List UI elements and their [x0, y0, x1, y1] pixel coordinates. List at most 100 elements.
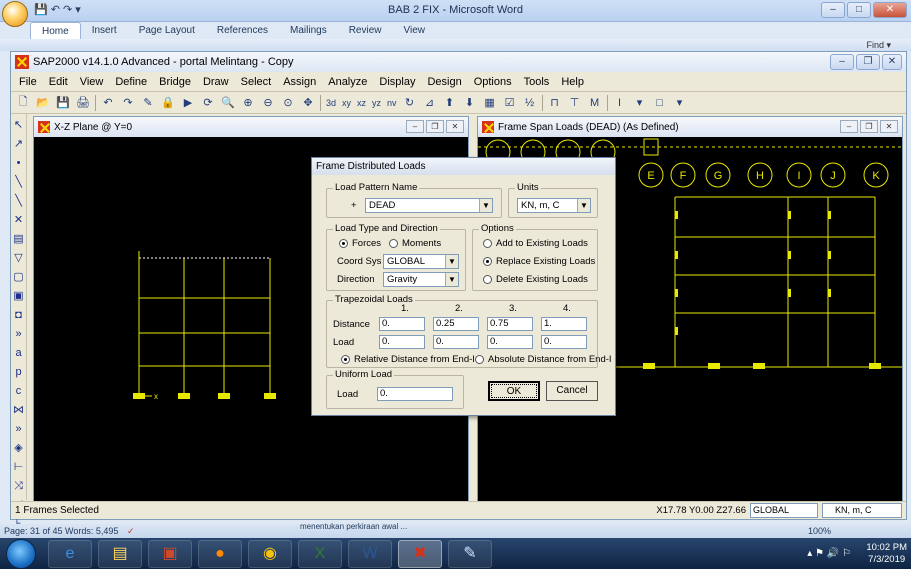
snap-joints-icon[interactable]: ◈ [12, 441, 26, 455]
draw-area-icon[interactable]: ▤ [12, 232, 26, 246]
redo-icon[interactable]: ↷ [120, 95, 136, 111]
lock-icon[interactable]: 🔒 [160, 95, 176, 111]
start-button[interactable] [6, 539, 36, 569]
tab-view[interactable]: View [393, 22, 437, 40]
absolute-distance-radio[interactable]: Absolute Distance from End-I [475, 354, 612, 365]
draw-brace-icon[interactable]: ✕ [12, 213, 26, 227]
reshape-icon[interactable]: ↗ [12, 137, 26, 151]
restore-icon[interactable]: ❐ [426, 120, 444, 133]
tab-home[interactable]: Home [30, 22, 81, 40]
add-load-pattern-button[interactable]: + [351, 200, 357, 211]
run-icon[interactable]: ▶ [180, 95, 196, 111]
perspective-icon[interactable]: ⊿ [422, 95, 438, 111]
close-icon[interactable]: ✕ [882, 54, 902, 70]
snap-ends-icon[interactable]: ⊢ [12, 460, 26, 474]
cancel-button[interactable]: Cancel [546, 381, 598, 401]
view-xz-button[interactable]: xz [356, 98, 367, 108]
menu-options[interactable]: Options [468, 76, 518, 88]
undo-icon[interactable]: ↶ [100, 95, 116, 111]
draw-solid-icon[interactable]: ◘ [12, 308, 26, 322]
rotate-icon[interactable]: ↻ [402, 95, 418, 111]
show-deformed-icon[interactable]: ⊓ [547, 95, 563, 111]
more-tools-icon[interactable]: » [12, 327, 26, 341]
media-app-icon[interactable]: ▣ [148, 540, 192, 568]
menu-draw[interactable]: Draw [197, 76, 235, 88]
refresh-icon[interactable]: ⟳ [200, 95, 216, 111]
quick-access-toolbar[interactable]: 💾 ↶ ↷ ▾ [34, 3, 81, 16]
show-forces-icon[interactable]: ⊤ [567, 95, 583, 111]
up-arrow-icon[interactable]: ⬆ [442, 95, 458, 111]
section-designer-icon[interactable]: I [612, 95, 628, 111]
distance-4-input[interactable]: 1. [541, 317, 587, 331]
uniform-load-input[interactable]: 0. [377, 387, 453, 401]
moments-radio[interactable]: Moments [389, 238, 441, 249]
tab-references[interactable]: References [206, 22, 279, 40]
tab-mailings[interactable]: Mailings [279, 22, 338, 40]
distance-1-input[interactable]: 0. [379, 317, 425, 331]
sap2000-taskbar-icon[interactable]: ✖ [398, 540, 442, 568]
print-icon[interactable]: 🖨 [75, 95, 91, 111]
dropdown-arrow-icon[interactable]: ▾ [672, 95, 688, 111]
select-all-icon[interactable]: a [12, 346, 26, 360]
dropdown-arrow-icon[interactable]: ▾ [632, 95, 648, 111]
set-display-icon[interactable]: ☑ [502, 95, 518, 111]
minimize-icon[interactable]: – [840, 120, 858, 133]
close-icon[interactable]: ✕ [880, 120, 898, 133]
restore-icon[interactable]: ❐ [856, 54, 880, 70]
load-3-input[interactable]: 0. [487, 335, 533, 349]
view-3d-button[interactable]: 3d [325, 98, 337, 108]
menu-assign[interactable]: Assign [277, 76, 322, 88]
zoom-window-icon[interactable]: 🔍 [220, 95, 236, 111]
minimize-icon[interactable]: – [821, 2, 845, 18]
tab-insert[interactable]: Insert [81, 22, 128, 40]
view-nv-button[interactable]: nv [386, 98, 398, 108]
status-coord-sys-select[interactable]: GLOBAL [750, 503, 818, 518]
down-arrow-icon[interactable]: ⬇ [462, 95, 478, 111]
proofing-icon[interactable]: ✓ [127, 526, 135, 536]
clear-selection-icon[interactable]: c [12, 384, 26, 398]
draw-joint-icon[interactable]: • [12, 156, 26, 170]
quick-draw-area-icon[interactable]: ▣ [12, 289, 26, 303]
zoom-out-icon[interactable]: ⊖ [260, 95, 276, 111]
frame-section-icon[interactable]: □ [652, 95, 668, 111]
menu-help[interactable]: Help [555, 76, 590, 88]
snap-intersections-icon[interactable]: ⤨ [12, 479, 26, 493]
save-icon[interactable]: 💾 [55, 95, 71, 111]
firefox-icon[interactable]: ● [198, 540, 242, 568]
word-icon[interactable]: W [348, 540, 392, 568]
delete-existing-radio[interactable]: Delete Existing Loads [483, 274, 588, 285]
relative-distance-radio[interactable]: Relative Distance from End-I [341, 354, 475, 365]
units-select[interactable]: KN, m, C ▼ [517, 198, 591, 213]
select-previous-icon[interactable]: p [12, 365, 26, 379]
replace-existing-radio[interactable]: Replace Existing Loads [483, 256, 595, 267]
chrome-icon[interactable]: ◉ [248, 540, 292, 568]
draw-frame-icon[interactable]: ╲ [12, 175, 26, 189]
show-moment-icon[interactable]: M [587, 95, 603, 111]
zoom-level[interactable]: 100% [808, 524, 831, 538]
close-icon[interactable]: ✕ [446, 120, 464, 133]
menu-file[interactable]: File [13, 76, 43, 88]
menu-design[interactable]: Design [421, 76, 467, 88]
direction-select[interactable]: Gravity ▼ [383, 272, 459, 287]
draw-rect-area-icon[interactable]: ▢ [12, 270, 26, 284]
find-button[interactable]: Find ▾ [866, 40, 891, 51]
load-2-input[interactable]: 0. [433, 335, 479, 349]
pan-icon[interactable]: ✥ [300, 95, 316, 111]
view-yz-button[interactable]: yz [371, 98, 382, 108]
object-shrink-icon[interactable]: ▦ [482, 95, 498, 111]
menu-bridge[interactable]: Bridge [153, 76, 197, 88]
minimize-icon[interactable]: – [406, 120, 424, 133]
tab-review[interactable]: Review [338, 22, 393, 40]
paint-icon[interactable]: ✎ [448, 540, 492, 568]
menu-select[interactable]: Select [235, 76, 278, 88]
menu-display[interactable]: Display [373, 76, 421, 88]
tab-page-layout[interactable]: Page Layout [128, 22, 206, 40]
menu-tools[interactable]: Tools [518, 76, 556, 88]
menu-edit[interactable]: Edit [43, 76, 74, 88]
load-pattern-select[interactable]: DEAD ▼ [365, 198, 493, 213]
office-button[interactable] [2, 1, 28, 27]
add-existing-radio[interactable]: Add to Existing Loads [483, 238, 588, 249]
minimize-icon[interactable]: – [830, 54, 854, 70]
ok-button[interactable]: OK [488, 381, 540, 401]
fraction-icon[interactable]: ½ [522, 95, 538, 111]
